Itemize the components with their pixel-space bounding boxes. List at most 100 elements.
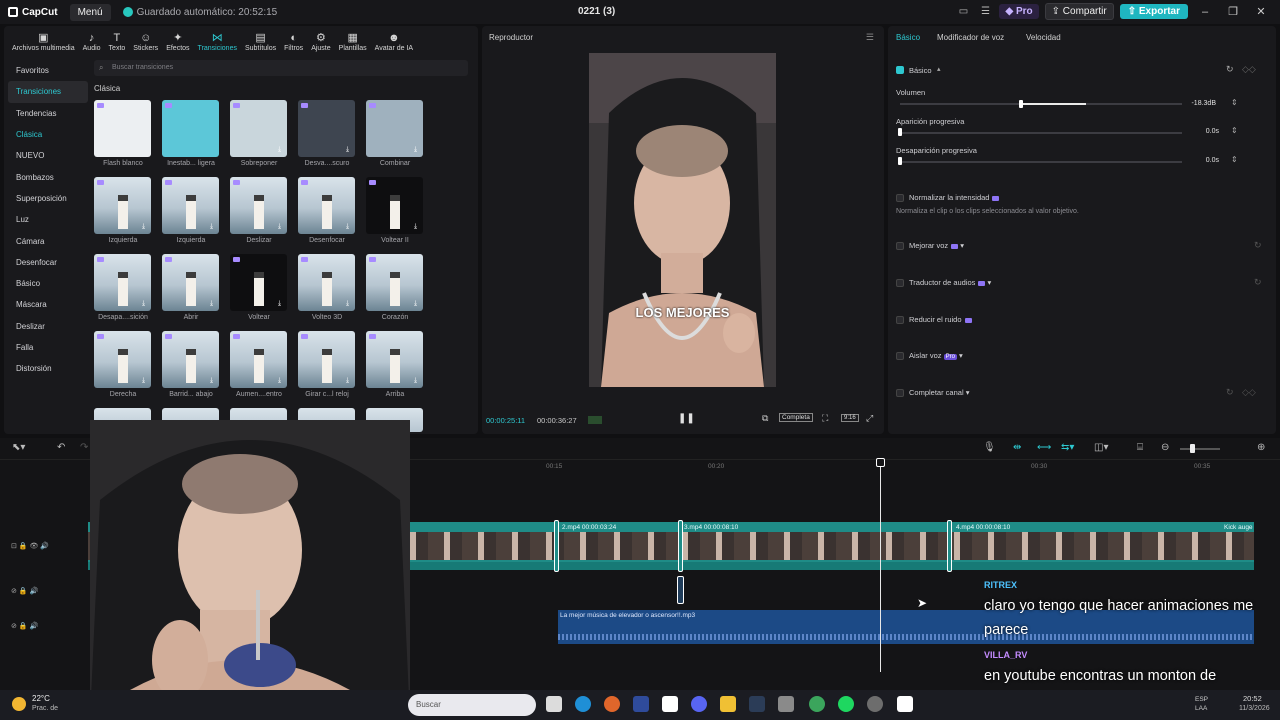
player-menu-icon[interactable]: ☰	[866, 32, 874, 43]
search-input[interactable]: ⌕ Buscar transiciones	[94, 60, 468, 76]
normalize-checkbox[interactable]	[896, 194, 904, 202]
tab-audio[interactable]: ♪ Audio	[79, 32, 105, 52]
track2-controls[interactable]: ⊘ 🔒 🔊	[11, 587, 38, 595]
ratio-button[interactable]: 9:16	[841, 414, 859, 422]
download-icon[interactable]: ⤓	[275, 145, 284, 154]
transition-handle[interactable]	[947, 520, 952, 572]
transition-thumbnail[interactable]: ⤓	[230, 177, 287, 234]
download-icon[interactable]: ⤓	[411, 376, 420, 385]
download-icon[interactable]: ⤓	[343, 376, 352, 385]
tab-subtítulos[interactable]: ▤ Subtítulos	[241, 32, 280, 52]
keyframe-icon[interactable]: ◇◇	[1242, 64, 1256, 75]
fade-out-value[interactable]: 0.0s	[1189, 157, 1219, 164]
download-icon[interactable]: ⤓	[275, 299, 284, 308]
undo-icon[interactable]: ↶	[57, 442, 65, 453]
category-item[interactable]: Máscara	[8, 294, 88, 315]
tab-transiciones[interactable]: ⋈ Transiciones	[194, 32, 241, 52]
fill-channel-checkbox[interactable]	[896, 389, 904, 397]
reset-icon[interactable]: ↻	[1226, 64, 1234, 75]
transition-thumbnail[interactable]: ⤓	[230, 254, 287, 311]
audio-track-controls[interactable]: ⊘ 🔒 🔊	[11, 622, 38, 630]
category-item[interactable]: Falla	[8, 337, 88, 358]
minimize-icon[interactable]: –	[1194, 6, 1216, 18]
transition-thumbnail[interactable]	[94, 100, 151, 157]
menu-button[interactable]: Menú	[69, 3, 111, 21]
download-icon[interactable]: ⤓	[207, 222, 216, 231]
transition-thumbnail[interactable]: ⤓	[162, 177, 219, 234]
noise-reduction-checkbox[interactable]	[896, 316, 904, 324]
transition-thumbnail[interactable]: ⤓	[366, 331, 423, 388]
app-v-icon[interactable]	[633, 696, 649, 712]
isolate-voice-checkbox[interactable]	[896, 352, 904, 360]
layout-icon[interactable]: ▭	[955, 4, 971, 20]
language-indicator[interactable]: ESP LAA	[1195, 695, 1208, 713]
capcut-active-icon[interactable]	[897, 696, 913, 712]
fade-in-stepper-icon[interactable]: ⇕	[1231, 126, 1238, 135]
transition-handle[interactable]	[554, 520, 559, 572]
category-item[interactable]: Distorsión	[8, 358, 88, 379]
transition-thumbnail[interactable]: ⤓	[366, 177, 423, 234]
download-icon[interactable]: ⤓	[139, 299, 148, 308]
basic-checkbox[interactable]	[896, 66, 904, 74]
main-track-magnet-icon[interactable]: ⇹	[1013, 442, 1021, 453]
discord-icon[interactable]	[691, 696, 707, 712]
transition-thumbnail[interactable]: ⤓	[298, 100, 355, 157]
tab-efectos[interactable]: ✦ Efectos	[162, 32, 193, 52]
category-item[interactable]: Favoritos	[8, 60, 88, 81]
download-icon[interactable]: ⤓	[343, 222, 352, 231]
category-item[interactable]: Bombazos	[8, 166, 88, 187]
category-item[interactable]: Básico	[8, 273, 88, 294]
firefox-icon[interactable]	[604, 696, 620, 712]
clock-date[interactable]: 11/3/2026	[1239, 705, 1270, 712]
chrome-icon[interactable]	[809, 696, 825, 712]
category-item[interactable]: Cámara	[8, 230, 88, 251]
download-icon[interactable]: ⤓	[411, 145, 420, 154]
volume-value[interactable]: -18.3dB	[1186, 100, 1216, 107]
pro-button[interactable]: ◆ Pro	[999, 4, 1039, 19]
app-icon[interactable]	[778, 696, 794, 712]
fit-icon[interactable]: ⌸	[1137, 442, 1143, 453]
crop-icon[interactable]: ⧉	[762, 413, 768, 424]
auto-snap-icon[interactable]: ⟷	[1037, 442, 1051, 453]
transition-thumbnail[interactable]: ⤓	[94, 177, 151, 234]
transition-thumbnail[interactable]: ⤓	[94, 331, 151, 388]
download-icon[interactable]: ⤓	[343, 299, 352, 308]
fade-out-slider[interactable]	[900, 161, 1182, 163]
obs-icon[interactable]	[867, 696, 883, 712]
tab-texto[interactable]: T Texto	[105, 32, 130, 52]
weather-icon[interactable]	[12, 697, 26, 711]
tab-voice-changer[interactable]: Modificador de voz	[937, 33, 1004, 42]
tab-archivos-multimedia[interactable]: ▣ Archivos multimedia	[8, 32, 79, 52]
spotify-icon[interactable]	[838, 696, 854, 712]
transition-handle[interactable]	[678, 520, 683, 572]
enhance-voice-checkbox[interactable]	[896, 242, 904, 250]
tab-plantillas[interactable]: ▦ Plantillas	[335, 32, 371, 52]
fill-reset-icon[interactable]: ↻	[1226, 387, 1234, 398]
tab-avatar-de-ia[interactable]: ☻ Avatar de IA	[371, 32, 417, 52]
zoom-knob[interactable]	[1190, 444, 1195, 453]
redo-icon[interactable]: ↷	[80, 442, 88, 453]
fade-out-stepper-icon[interactable]: ⇕	[1231, 155, 1238, 164]
selected-transition-handle[interactable]	[677, 576, 684, 604]
category-item[interactable]: Transiciones	[8, 81, 88, 103]
transition-thumbnail[interactable]: ⤓	[230, 100, 287, 157]
playhead[interactable]	[880, 460, 881, 672]
tab-speed[interactable]: Velocidad	[1026, 33, 1061, 42]
transition-thumbnail[interactable]: ⤓	[298, 177, 355, 234]
tab-filtros[interactable]: ◐ Filtros	[280, 32, 307, 52]
fade-in-knob[interactable]	[898, 128, 902, 136]
quality-button[interactable]: Completa	[779, 413, 813, 422]
volume-stepper-icon[interactable]: ⇕	[1231, 98, 1238, 107]
download-icon[interactable]: ⤓	[343, 145, 352, 154]
steam-icon[interactable]	[749, 696, 765, 712]
tab-basic[interactable]: Básico	[896, 33, 920, 42]
file-explorer-icon[interactable]	[720, 696, 736, 712]
transition-thumbnail[interactable]: ⤓	[298, 331, 355, 388]
translate-checkbox[interactable]	[896, 279, 904, 287]
snapshot-icon[interactable]: ⛶	[822, 413, 828, 424]
category-item[interactable]: Superposición	[8, 188, 88, 209]
edge-icon[interactable]	[575, 696, 591, 712]
zoom-slider[interactable]	[1180, 448, 1220, 450]
transition-thumbnail[interactable]: ⤓	[298, 254, 355, 311]
tab-stickers[interactable]: ☺ Stickers	[129, 32, 162, 52]
